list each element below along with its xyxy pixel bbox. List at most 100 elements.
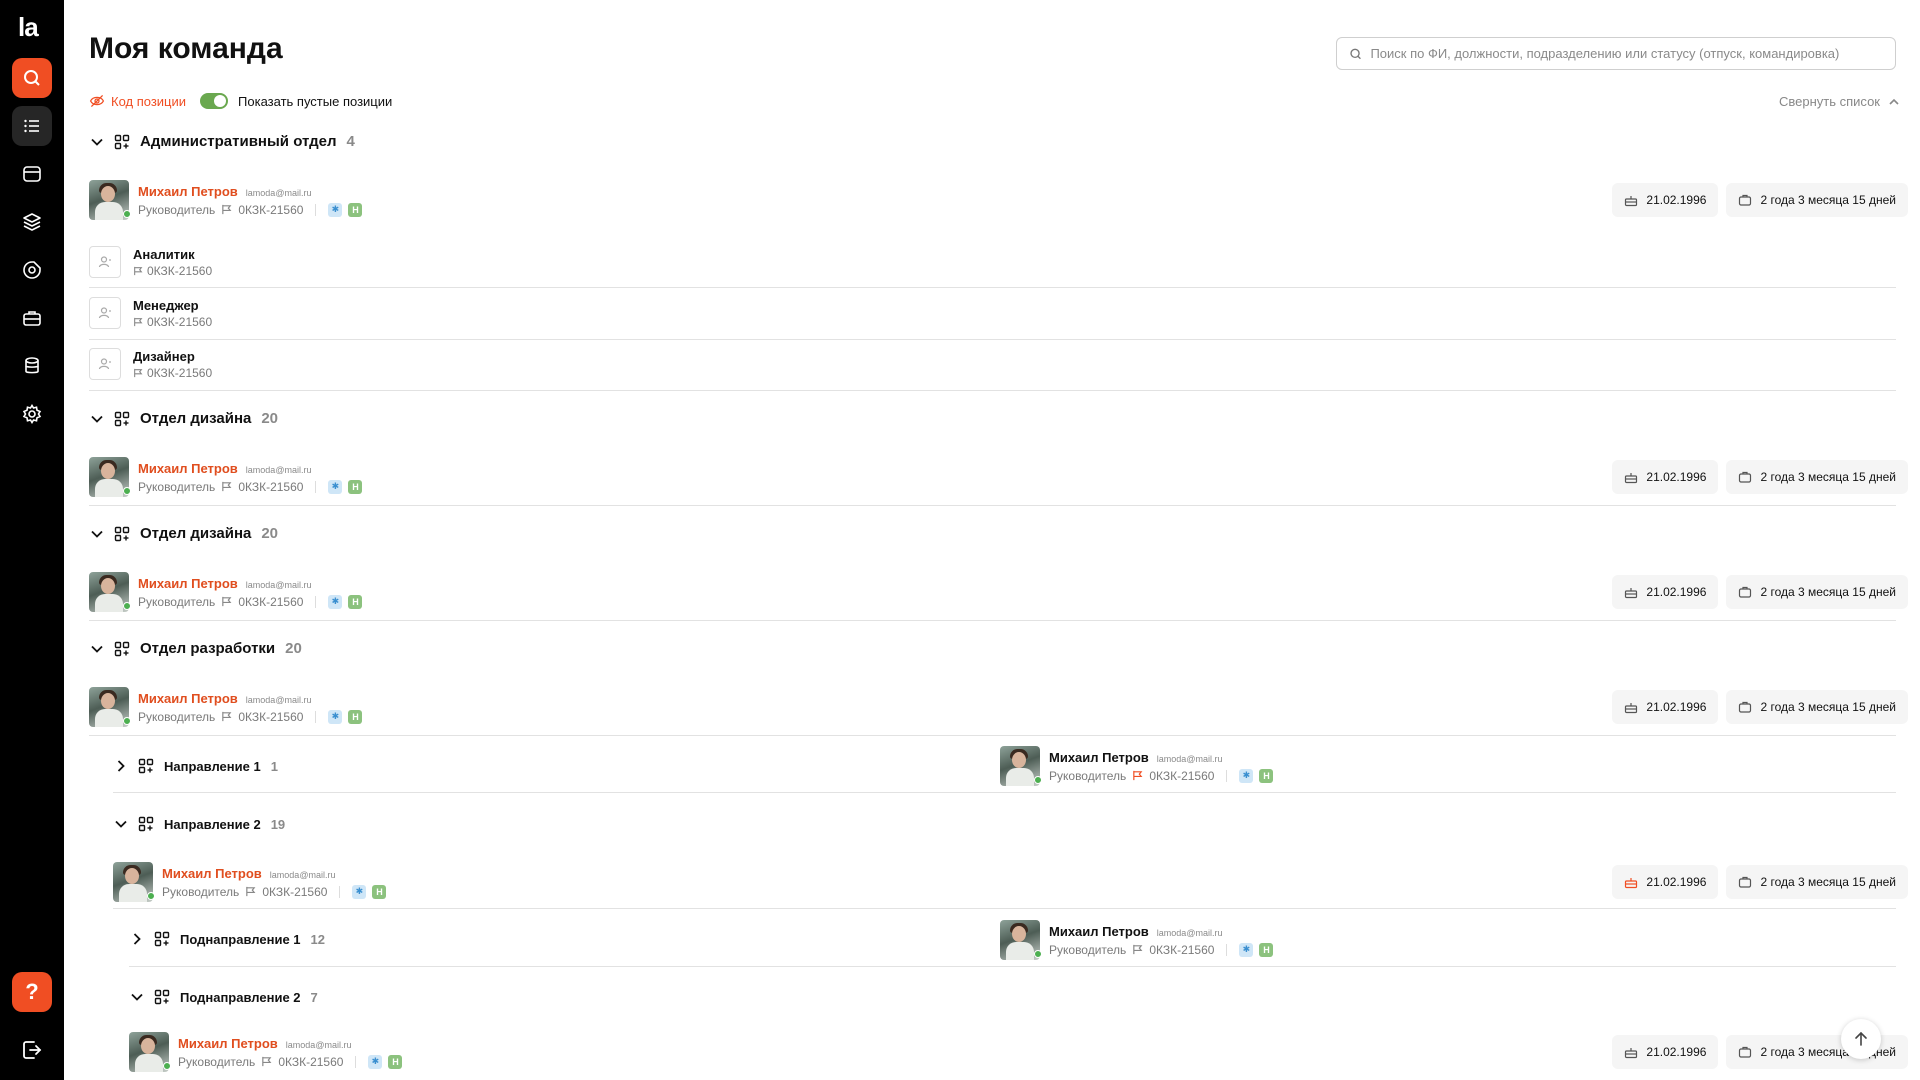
help-button[interactable]: ?	[12, 972, 52, 1012]
group-header[interactable]: Отдел разработки 20	[90, 640, 302, 657]
list-nav-button[interactable]	[12, 106, 52, 146]
department-icon	[114, 641, 130, 656]
chevron-down-icon	[115, 820, 127, 828]
vacancy-title: Аналитик	[133, 246, 195, 262]
employee-email: lamoda@mail.ru	[245, 579, 312, 590]
employee-row[interactable]: Михаил Петров lamoda@mail.ru Руководитель…	[89, 453, 363, 501]
subgroup-header[interactable]: Поднаправление 1 12	[130, 931, 325, 947]
employee-name[interactable]: Михаил Петров	[138, 184, 238, 199]
employee-meta: 21.02.1996 2 года 3 месяца 15 дней	[1612, 460, 1908, 494]
employee-name[interactable]: Михаил Петров	[178, 1036, 278, 1051]
vacancy-code: 0КЗК-21560	[147, 263, 213, 278]
employee-role: Руководитель	[162, 884, 240, 899]
snowflake-icon: ✱	[1239, 768, 1254, 783]
tenure-chip: 2 года 3 месяца 15 дней	[1726, 690, 1908, 724]
employee-email: lamoda@mail.ru	[245, 694, 312, 705]
vacancy-row[interactable]: Менеджер 0КЗК-21560	[89, 295, 212, 331]
employee-row[interactable]: Михаил Петров lamoda@mail.ru Руководитель…	[89, 683, 363, 731]
cake-icon	[1625, 703, 1638, 714]
chevron-right-icon	[117, 760, 125, 772]
layers-nav-button[interactable]	[12, 202, 52, 242]
briefcase-icon	[1739, 876, 1752, 888]
divider	[129, 966, 1896, 967]
employee-name[interactable]: Михаил Петров	[138, 576, 238, 591]
group-name: Отдел дизайна	[140, 410, 252, 427]
divider	[89, 735, 1896, 736]
employee-row[interactable]: Михаил Петров lamoda@mail.ru Руководитель…	[113, 858, 387, 906]
online-indicator	[1034, 950, 1042, 958]
main-content: Моя команда Код позиции Показать пустые …	[64, 0, 1920, 1080]
settings-nav-button[interactable]	[12, 394, 52, 434]
badge-h: Н	[348, 479, 363, 494]
avatar	[89, 180, 131, 220]
avatar	[1000, 746, 1042, 786]
employee-name[interactable]: Михаил Петров	[1049, 924, 1149, 939]
eye-off-icon	[89, 94, 105, 108]
flag-icon	[134, 266, 143, 275]
snowflake-icon: ✱	[328, 709, 343, 724]
tenure-chip: 2 года 3 месяца 15 дней	[1726, 575, 1908, 609]
search-box[interactable]	[1336, 37, 1896, 70]
logo[interactable]: la	[18, 12, 39, 43]
employee-row[interactable]: Михаил Петров lamoda@mail.ru Руководитель…	[129, 1028, 403, 1076]
department-icon	[114, 411, 130, 426]
flag-icon	[134, 368, 143, 377]
database-nav-button[interactable]	[12, 346, 52, 386]
position-code-label: Код позиции	[111, 93, 187, 109]
subgroup-header[interactable]: Направление 1 1	[114, 758, 278, 774]
cake-icon	[1625, 878, 1638, 889]
department-icon	[114, 134, 130, 149]
subgroup-name: Направление 1	[164, 758, 261, 774]
scroll-to-top-button[interactable]	[1841, 1019, 1881, 1059]
employee-role: Руководитель	[178, 1054, 256, 1069]
flag-icon	[1133, 770, 1143, 781]
employee-name[interactable]: Михаил Петров	[1049, 750, 1149, 765]
subgroup-header[interactable]: Поднаправление 2 7	[130, 989, 318, 1005]
employee-code: 0КЗК-21560	[238, 709, 304, 724]
position-code-toggle[interactable]: Код позиции	[89, 93, 186, 109]
avatar	[89, 457, 131, 497]
empty-avatar-icon	[89, 348, 121, 380]
avatar	[89, 572, 131, 612]
employee-row[interactable]: Михаил Петров lamoda@mail.ru Руководитель…	[89, 176, 363, 224]
group-name: Отдел разработки	[140, 640, 276, 657]
group-header[interactable]: Отдел дизайна 20	[90, 410, 278, 427]
chevron-down-icon	[91, 138, 103, 146]
search-input[interactable]	[1370, 46, 1883, 61]
flag-icon	[222, 711, 232, 722]
avatar	[89, 687, 131, 727]
group-header[interactable]: Отдел дизайна 20	[90, 525, 278, 542]
employee-name[interactable]: Михаил Петров	[138, 461, 238, 476]
logout-icon[interactable]	[20, 1038, 44, 1062]
snowflake-icon: ✱	[352, 884, 367, 899]
subgroup-head-employee[interactable]: Михаил Петров lamoda@mail.ru Руководитель…	[1000, 742, 1274, 790]
employee-role: Руководитель	[138, 202, 216, 217]
vacancy-row[interactable]: Дизайнер 0КЗК-21560	[89, 346, 212, 382]
online-indicator	[163, 1062, 171, 1070]
cards-nav-button[interactable]	[12, 154, 52, 194]
collapse-list-button[interactable]: Свернуть список	[1779, 94, 1900, 109]
subgroup-header[interactable]: Направление 2 19	[114, 816, 285, 832]
badge-h: Н	[1259, 942, 1274, 957]
divider	[89, 390, 1896, 391]
employee-code: 0КЗК-21560	[1149, 768, 1215, 783]
subgroup-head-employee[interactable]: Михаил Петров lamoda@mail.ru Руководитель…	[1000, 916, 1274, 964]
employee-name[interactable]: Михаил Петров	[138, 691, 238, 706]
badge-h: Н	[348, 709, 363, 724]
briefcase-icon	[1739, 1046, 1752, 1058]
show-empty-switch[interactable]	[200, 93, 229, 109]
search-nav-button[interactable]	[12, 58, 52, 98]
group-header[interactable]: Административный отдел 4	[90, 133, 355, 150]
cake-icon	[1625, 1048, 1638, 1059]
employee-row[interactable]: Михаил Петров lamoda@mail.ru Руководитель…	[89, 568, 363, 616]
employee-name[interactable]: Михаил Петров	[162, 866, 262, 881]
vacancy-row[interactable]: Аналитик 0КЗК-21560	[89, 244, 212, 280]
employee-email: lamoda@mail.ru	[245, 187, 312, 198]
briefcase-nav-button[interactable]	[12, 298, 52, 338]
layers-icon	[23, 213, 41, 231]
stickers-nav-button[interactable]	[12, 250, 52, 290]
briefcase-icon	[1739, 701, 1752, 713]
birth-date-chip: 21.02.1996	[1612, 690, 1719, 724]
online-indicator	[123, 602, 131, 610]
online-indicator	[123, 210, 131, 218]
